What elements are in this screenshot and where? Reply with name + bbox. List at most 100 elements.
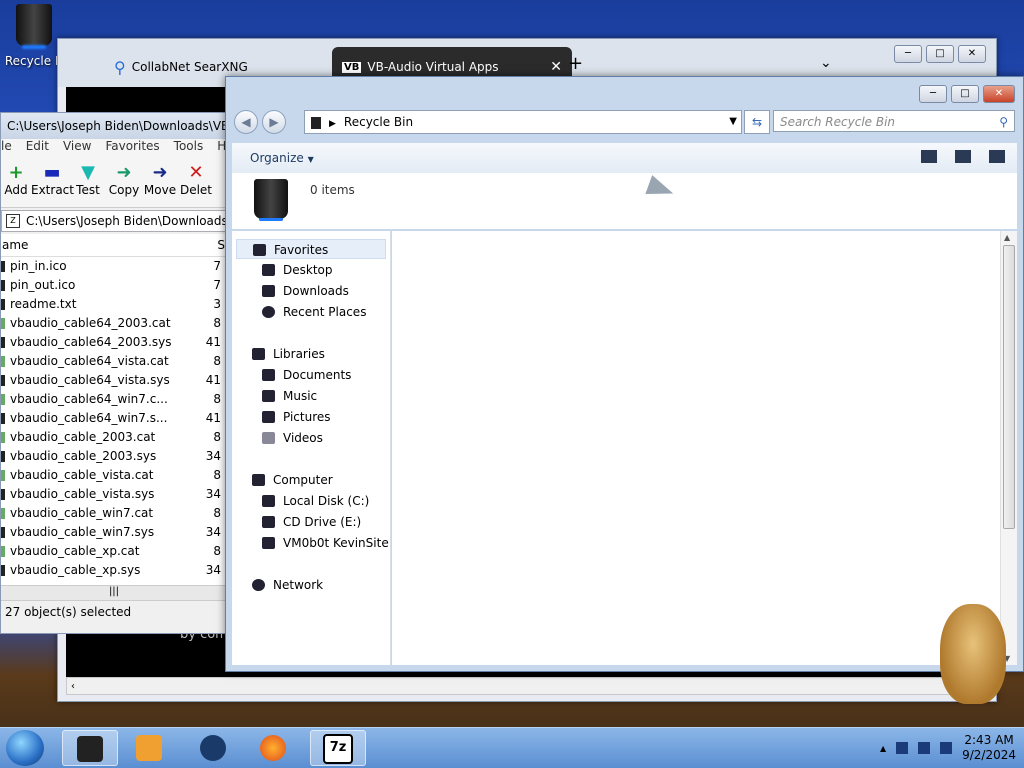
file-row[interactable]: vbaudio_cable64_2003.sys 41 <box>1 333 227 352</box>
taskbar-media-player-button[interactable] <box>122 730 176 764</box>
delete-button[interactable]: ✕ Delet <box>175 159 217 207</box>
file-icon <box>1 337 5 348</box>
search-box[interactable]: Search Recycle Bin ⚲ <box>773 110 1015 132</box>
close-button[interactable]: ✕ <box>983 85 1015 103</box>
nav-music[interactable]: Music <box>262 386 317 406</box>
scrollbar-thumb[interactable] <box>1003 245 1015 529</box>
nav-favorites[interactable]: Favorites <box>236 239 386 259</box>
7zip-file-list: pin_in.ico 7 pin_out.ico 7 readme.txt 3 vba… <box>1 257 227 585</box>
start-button[interactable] <box>6 730 44 766</box>
breadcrumb-arrow-icon[interactable]: ▶ <box>329 119 336 129</box>
items-count: 0 items <box>310 183 355 197</box>
views-icon[interactable] <box>921 150 937 163</box>
browser-window-controls: ─ □ ✕ <box>894 45 986 63</box>
address-dropdown-icon[interactable]: ▼ <box>729 111 737 133</box>
menu-favorites[interactable]: Favorites <box>105 139 159 159</box>
clock[interactable]: 2:43 AM 9/2/2024 <box>962 733 1016 763</box>
nav-cd-drive[interactable]: CD Drive (E:) <box>262 512 361 532</box>
file-row[interactable]: vbaudio_cable_vista.cat 8 <box>1 466 227 485</box>
organize-button[interactable]: Organize ▼ <box>250 151 314 165</box>
scroll-up-icon[interactable]: ▲ <box>1004 233 1010 242</box>
nav-local-disk[interactable]: Local Disk (C:) <box>262 491 369 511</box>
menu-file[interactable]: le <box>1 139 12 159</box>
nav-recent-places[interactable]: Recent Places <box>262 302 366 322</box>
file-row[interactable]: vbaudio_cable_xp.sys 34 <box>1 561 227 580</box>
videos-icon <box>262 432 275 444</box>
nav-documents[interactable]: Documents <box>262 365 351 385</box>
file-row[interactable]: pin_in.ico 7 <box>1 257 227 276</box>
column-size[interactable]: S <box>217 234 225 256</box>
horizontal-scrollbar[interactable]: ‹ <box>66 677 988 695</box>
7zip-address-text: C:\Users\Joseph Biden\Downloads <box>26 214 228 228</box>
taskbar-firefox-button[interactable] <box>246 730 300 764</box>
back-button[interactable]: ◀ <box>234 110 258 134</box>
nav-videos[interactable]: Videos <box>262 428 323 448</box>
tray-app-icon[interactable] <box>896 742 909 754</box>
7zip-address-bar[interactable]: Z C:\Users\Joseph Biden\Downloads <box>1 210 227 232</box>
7zip-menu-bar: le Edit View Favorites Tools Help <box>1 139 227 159</box>
minimize-button[interactable]: ─ <box>894 45 922 63</box>
file-row[interactable]: vbaudio_cable_vista.sys 34 <box>1 485 227 504</box>
new-tab-button[interactable]: + <box>568 53 583 74</box>
maximize-button[interactable]: □ <box>926 45 954 63</box>
nav-downloads[interactable]: Downloads <box>262 281 349 301</box>
file-row[interactable]: vbaudio_cable_win7.cat 8 <box>1 504 227 523</box>
file-row[interactable]: vbaudio_cable64_win7.s... 41 <box>1 409 227 428</box>
refresh-button[interactable]: ⇆ <box>744 110 770 134</box>
7zip-window: C:\Users\Joseph Biden\Downloads\VBCA le … <box>0 112 228 634</box>
file-row[interactable]: pin_out.ico 7 <box>1 276 227 295</box>
close-button[interactable]: ✕ <box>958 45 986 63</box>
vertical-scrollbar[interactable]: ▲ ▼ <box>1000 231 1017 665</box>
7zip-status-bar: 27 object(s) selected <box>1 600 227 623</box>
show-hidden-icons-button[interactable]: ▲ <box>880 744 886 753</box>
7zip-icon: 7z <box>323 733 353 764</box>
tab-list-chevron-icon[interactable]: ⌄ <box>820 55 832 71</box>
file-row[interactable]: vbaudio_cable64_win7.c... 8 <box>1 390 227 409</box>
clock-date: 9/2/2024 <box>962 748 1016 762</box>
recycle-bin-icon <box>254 179 288 221</box>
file-row[interactable]: vbaudio_cable_xp.cat 8 <box>1 542 227 561</box>
maximize-button[interactable]: □ <box>951 85 979 103</box>
file-row[interactable]: readme.txt 3 <box>1 295 227 314</box>
horizontal-scrollbar[interactable]: ||| <box>1 585 227 600</box>
volume-tray-icon[interactable] <box>940 742 953 754</box>
tab-close-icon[interactable]: ✕ <box>550 59 562 75</box>
navigation-pane: Favorites Desktop Downloads Recent Place… <box>232 231 391 665</box>
file-row[interactable]: vbaudio_cable64_2003.cat 8 <box>1 314 227 333</box>
nav-computer[interactable]: Computer <box>252 470 333 490</box>
nav-libraries[interactable]: Libraries <box>252 344 325 364</box>
nav-network[interactable]: Network <box>252 575 323 595</box>
menu-view[interactable]: View <box>63 139 91 159</box>
file-icon <box>1 356 5 367</box>
minimize-button[interactable]: ─ <box>919 85 947 103</box>
globe-icon <box>200 734 226 761</box>
file-row[interactable]: vbaudio_cable_2003.cat 8 <box>1 428 227 447</box>
taskbar-globe-button[interactable] <box>186 730 240 764</box>
taskbar-7zip-button[interactable]: 7z <box>310 730 366 766</box>
file-row[interactable]: vbaudio_cable64_vista.sys 41 <box>1 371 227 390</box>
tab-label: CollabNet SearXNG <box>131 60 248 74</box>
menu-tools[interactable]: Tools <box>174 139 204 159</box>
view-controls <box>921 150 1005 163</box>
help-icon[interactable] <box>989 150 1005 163</box>
file-icon <box>1 527 5 538</box>
nav-pictures[interactable]: Pictures <box>262 407 331 427</box>
taskbar: 7z ▲ 2:43 AM 9/2/2024 <box>0 727 1024 768</box>
nav-network-drive[interactable]: VM0b0t KevinSite <box>262 533 389 553</box>
column-name[interactable]: Name <box>1 238 28 252</box>
taskbar-explorer-button[interactable] <box>62 730 118 766</box>
archive-icon: Z <box>6 214 20 228</box>
nav-desktop[interactable]: Desktop <box>262 260 333 280</box>
7zip-title: C:\Users\Joseph Biden\Downloads\VBCA <box>1 113 227 139</box>
file-row[interactable]: vbaudio_cable_2003.sys 34 <box>1 447 227 466</box>
file-list-area[interactable]: ▲ ▼ <box>392 231 1017 665</box>
recent-places-icon <box>262 306 275 318</box>
file-row[interactable]: vbaudio_cable_win7.sys 34 <box>1 523 227 542</box>
file-icon <box>1 470 5 481</box>
menu-edit[interactable]: Edit <box>26 139 49 159</box>
preview-pane-icon[interactable] <box>955 150 971 163</box>
address-bar[interactable]: ▶ Recycle Bin ▼ <box>304 110 742 134</box>
file-row[interactable]: vbaudio_cable64_vista.cat 8 <box>1 352 227 371</box>
network-tray-icon[interactable] <box>918 742 931 754</box>
forward-button[interactable]: ▶ <box>262 110 286 134</box>
